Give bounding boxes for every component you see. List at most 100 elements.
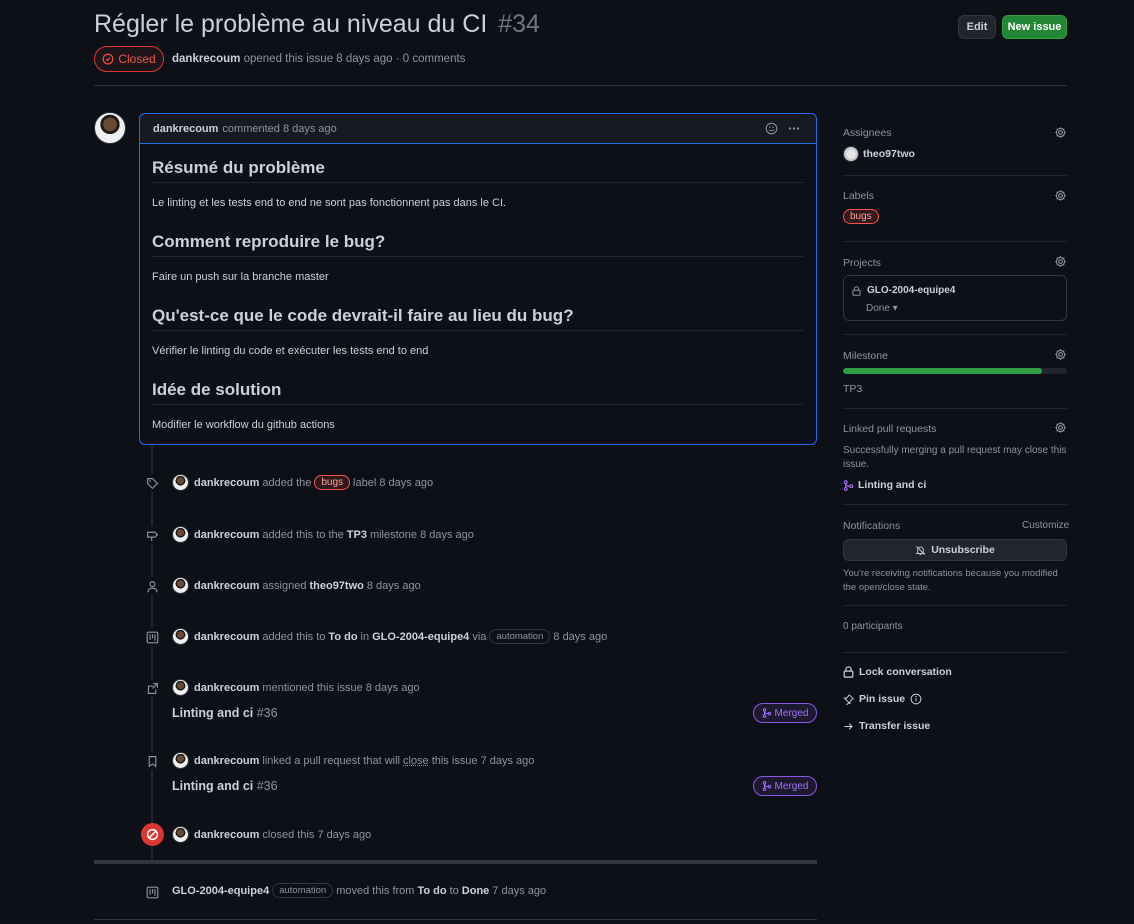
- unsubscribe-button[interactable]: Unsubscribe: [843, 539, 1067, 561]
- issue-number: #34: [498, 10, 540, 38]
- project-link[interactable]: GLO-2004-equipe4: [372, 631, 469, 643]
- event-text: in: [360, 630, 370, 643]
- pr-title[interactable]: Linting and ci: [172, 706, 253, 720]
- event-text: linked a pull request that will: [262, 754, 400, 767]
- pr-number: #36: [256, 779, 278, 793]
- event-text: added the: [262, 476, 312, 489]
- milestone-link[interactable]: TP3: [843, 383, 862, 395]
- milestone-icon: [143, 526, 161, 544]
- event-actor-link[interactable]: dankrecoum: [194, 580, 259, 592]
- project-icon: [143, 883, 161, 901]
- label-badge[interactable]: bugs: [314, 475, 351, 490]
- projects-heading[interactable]: Projects: [843, 257, 881, 269]
- status-badge: Closed: [94, 46, 164, 72]
- avatar[interactable]: [172, 826, 189, 843]
- info-icon[interactable]: [910, 693, 922, 705]
- section-heading: Qu'est-ce que le code devrait-il faire a…: [152, 306, 804, 331]
- event-text: 8 days ago: [366, 579, 421, 592]
- linked-prs-heading[interactable]: Linked pull requests: [843, 423, 936, 435]
- cross-reference-icon: [143, 679, 161, 697]
- emoji-reaction-icon[interactable]: [765, 122, 778, 135]
- header-divider: [94, 85, 1067, 86]
- section-heading: Idée de solution: [152, 380, 804, 405]
- project-name[interactable]: GLO-2004-equipe4: [867, 285, 955, 296]
- sidebar-divider: [843, 408, 1067, 409]
- avatar[interactable]: [172, 577, 189, 594]
- avatar[interactable]: [172, 628, 189, 645]
- customize-link[interactable]: Customize: [1022, 520, 1069, 531]
- milestone-heading[interactable]: Milestone: [843, 350, 888, 362]
- event-text: mentioned this issue 8 days ago: [262, 681, 420, 694]
- lock-conversation-button[interactable]: Lock conversation: [843, 666, 952, 678]
- project-icon: [143, 628, 161, 646]
- event-actor-link[interactable]: dankrecoum: [194, 829, 259, 841]
- milestone-link[interactable]: TP3: [347, 529, 367, 541]
- timeline-divider: [94, 860, 817, 864]
- sidebar-divider: [843, 605, 1067, 606]
- comment-header: dankrecoum commented 8 days ago: [140, 114, 816, 144]
- avatar[interactable]: [172, 474, 189, 491]
- milestone-progress-fill: [843, 368, 1043, 374]
- assignee-item[interactable]: theo97two: [843, 146, 915, 162]
- participants-count: 0 participants: [843, 621, 903, 632]
- notifications-heading: Notifications: [843, 520, 901, 532]
- bookmark-icon: [143, 752, 161, 770]
- pr-reference[interactable]: Linting and ci #36: [172, 706, 278, 720]
- event-actor-link[interactable]: dankrecoum: [194, 477, 259, 489]
- gear-icon[interactable]: [1054, 189, 1067, 202]
- timeline-line: [151, 445, 153, 860]
- event-actor-link[interactable]: GLO-2004-equipe4: [172, 885, 269, 897]
- issue-closed-icon: [102, 53, 114, 65]
- project-column-name: To do: [328, 630, 358, 643]
- comment-author-link[interactable]: dankrecoum: [153, 123, 218, 135]
- event-text: 7 days ago: [492, 884, 547, 897]
- sidebar-divider: [843, 241, 1067, 242]
- section-heading: Comment reproduire le bug?: [152, 232, 804, 257]
- labels-heading[interactable]: Labels: [843, 190, 874, 202]
- issue-author-link[interactable]: dankrecoum: [172, 53, 240, 65]
- pr-reference[interactable]: Linting and ci #36: [172, 779, 278, 793]
- project-card[interactable]: GLO-2004-equipe4 Done ▾: [843, 275, 1067, 321]
- assignee-link[interactable]: theo97two: [309, 580, 363, 592]
- tag-icon: [143, 474, 161, 492]
- event-text: assigned: [262, 579, 307, 592]
- pin-issue-button[interactable]: Pin issue: [843, 693, 922, 705]
- bell-slash-icon: [915, 545, 926, 555]
- transfer-issue-button[interactable]: Transfer issue: [843, 720, 930, 732]
- event-actor-link[interactable]: dankrecoum: [194, 631, 259, 643]
- issue-opened-text: opened this issue 8 days ago · 0 comment…: [243, 53, 466, 65]
- arrow-right-icon: [844, 722, 853, 730]
- avatar[interactable]: [172, 526, 189, 543]
- linked-pr-item[interactable]: Linting and ci: [843, 479, 926, 491]
- project-status-dropdown[interactable]: Done ▾: [866, 303, 898, 314]
- issue-title: Régler le problème au niveau du CI #34: [94, 10, 540, 39]
- avatar[interactable]: [172, 752, 189, 769]
- event-text: added this to: [262, 630, 326, 643]
- merge-icon: [762, 708, 771, 718]
- assignee-name[interactable]: theo97two: [863, 148, 915, 160]
- assignees-heading[interactable]: Assignees: [843, 127, 891, 139]
- pr-title[interactable]: Linting and ci: [172, 779, 253, 793]
- timeline-event-mentioned: dankrecoum mentioned this issue 8 days a…: [172, 679, 420, 696]
- section-text: Modifier le workflow du github actions: [152, 419, 335, 431]
- avatar[interactable]: [172, 679, 189, 696]
- event-actor-link[interactable]: dankrecoum: [194, 682, 259, 694]
- linked-pr-title[interactable]: Linting and ci: [858, 479, 926, 491]
- milestone-progress-bar: [843, 368, 1067, 374]
- gear-icon[interactable]: [1054, 126, 1067, 139]
- new-issue-button[interactable]: New issue: [1002, 15, 1067, 39]
- kebab-menu-icon[interactable]: [787, 122, 801, 135]
- edit-button[interactable]: Edit: [958, 15, 996, 39]
- gear-icon[interactable]: [1054, 421, 1067, 434]
- gear-icon[interactable]: [1054, 348, 1067, 361]
- comment-timestamp[interactable]: commented 8 days ago: [222, 123, 336, 135]
- timeline-event-milestoned: dankrecoum added this to the TP3 milesto…: [172, 526, 474, 543]
- event-actor-link[interactable]: dankrecoum: [194, 529, 259, 541]
- event-actor-link[interactable]: dankrecoum: [194, 755, 259, 767]
- gear-icon[interactable]: [1054, 255, 1067, 268]
- label-badge[interactable]: bugs: [843, 209, 879, 224]
- event-text: milestone 8 days ago: [369, 528, 474, 541]
- avatar[interactable]: [94, 112, 126, 144]
- event-text: to: [449, 884, 459, 897]
- timeline-event-closed: dankrecoum closed this 7 days ago: [172, 826, 371, 843]
